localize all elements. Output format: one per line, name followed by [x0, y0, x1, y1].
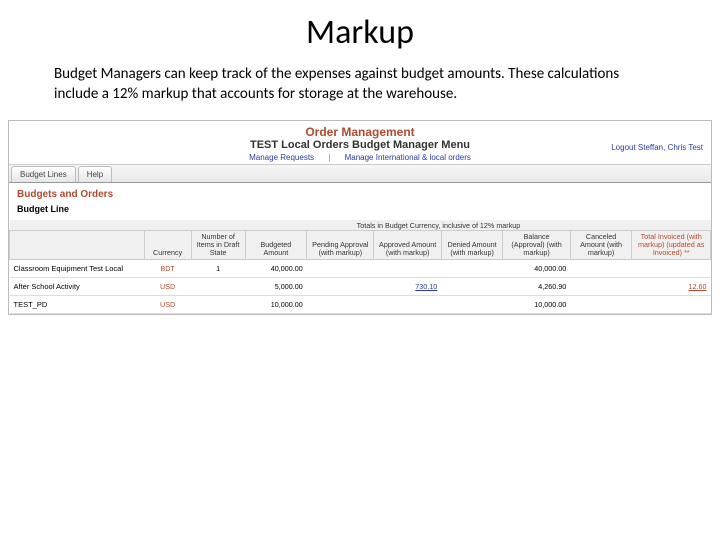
app-title: Order Management: [9, 125, 711, 139]
cell-pending: [307, 296, 374, 314]
cell-canceled: [570, 260, 632, 278]
cell-approved[interactable]: 730.10: [374, 278, 441, 296]
cell-approved[interactable]: [374, 296, 441, 314]
section-title: Budgets and Orders: [9, 183, 711, 202]
cell-name: After School Activity: [10, 278, 145, 296]
cell-denied: [441, 296, 503, 314]
cell-denied: [441, 260, 503, 278]
slide-title: Markup: [0, 12, 720, 53]
table-row: After School Activity USD 5,000.00 730.1…: [10, 278, 711, 296]
col-draft: Number of Items in Draft State: [191, 231, 245, 260]
table-row: TEST_PD USD 10,000.00 10,000.00: [10, 296, 711, 314]
link-manage-international[interactable]: Manage International & local orders: [345, 153, 471, 162]
cell-budgeted: 10,000.00: [245, 296, 307, 314]
app-sublinks: Manage Requests | Manage International &…: [9, 153, 711, 162]
sub-section-title: Budget Line: [9, 202, 711, 220]
cell-balance: 10,000.00: [503, 296, 570, 314]
col-canceled: Canceled Amount (with markup): [570, 231, 632, 260]
col-name: [10, 231, 145, 260]
cell-budgeted: 40,000.00: [245, 260, 307, 278]
app-header: Order Management TEST Local Orders Budge…: [9, 121, 711, 164]
cell-invoiced[interactable]: [632, 296, 711, 314]
cell-pending: [307, 260, 374, 278]
col-denied: Denied Amount (with markup): [441, 231, 503, 260]
col-invoiced: Total Invoiced (with markup) (updated as…: [632, 231, 711, 260]
cell-draft: 1: [191, 260, 245, 278]
logout-link[interactable]: Logout Steffan, Chris Test: [611, 143, 703, 152]
col-balance: Balance (Approval) (with markup): [503, 231, 570, 260]
tab-help[interactable]: Help: [78, 166, 112, 182]
app-subtitle: TEST Local Orders Budget Manager Menu: [9, 139, 711, 151]
cell-canceled: [570, 278, 632, 296]
cell-name: Classroom Equipment Test Local: [10, 260, 145, 278]
cell-canceled: [570, 296, 632, 314]
tab-bar: Budget Lines Help: [9, 164, 711, 183]
cell-approved[interactable]: [374, 260, 441, 278]
slide-body-text: Budget Managers can keep track of the ex…: [0, 65, 720, 120]
cell-balance: 4,260.90: [503, 278, 570, 296]
cell-draft: [191, 278, 245, 296]
tab-budget-lines[interactable]: Budget Lines: [11, 166, 76, 182]
cell-draft: [191, 296, 245, 314]
col-currency: Currency: [144, 231, 191, 260]
table-caption: Totals in Budget Currency, inclusive of …: [245, 220, 632, 230]
cell-balance: 40,000.00: [503, 260, 570, 278]
order-management-app: Order Management TEST Local Orders Budge…: [8, 120, 712, 315]
cell-currency: BDT: [144, 260, 191, 278]
col-budgeted: Budgeted Amount: [245, 231, 307, 260]
link-manage-requests[interactable]: Manage Requests: [249, 153, 314, 162]
table-row: Classroom Equipment Test Local BDT 1 40,…: [10, 260, 711, 278]
col-pending: Pending Approval (with markup): [307, 231, 374, 260]
col-approved: Approved Amount (with markup): [374, 231, 441, 260]
cell-denied: [441, 278, 503, 296]
cell-budgeted: 5,000.00: [245, 278, 307, 296]
link-separator-icon: |: [328, 153, 330, 162]
cell-invoiced[interactable]: [632, 260, 711, 278]
cell-currency: USD: [144, 296, 191, 314]
budget-table: Totals in Budget Currency, inclusive of …: [9, 220, 711, 314]
cell-name: TEST_PD: [10, 296, 145, 314]
cell-pending: [307, 278, 374, 296]
cell-invoiced[interactable]: 12.60: [632, 278, 711, 296]
cell-currency: USD: [144, 278, 191, 296]
